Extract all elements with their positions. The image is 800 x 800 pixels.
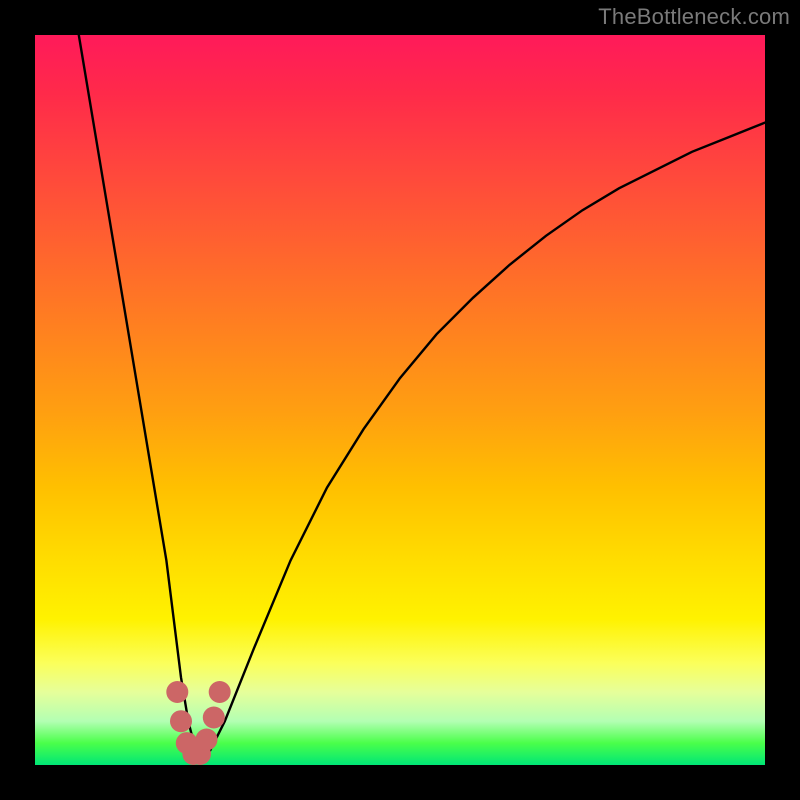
chart-svg <box>35 35 765 765</box>
bottleneck-curve <box>79 35 765 758</box>
marker-dot <box>196 729 218 751</box>
plot-area <box>35 35 765 765</box>
marker-dot <box>209 681 231 703</box>
chart-frame: TheBottleneck.com <box>0 0 800 800</box>
marker-dot <box>166 681 188 703</box>
marker-dot <box>170 710 192 732</box>
marker-dot <box>203 707 225 729</box>
watermark-text: TheBottleneck.com <box>598 4 790 30</box>
highlight-markers <box>166 681 230 765</box>
